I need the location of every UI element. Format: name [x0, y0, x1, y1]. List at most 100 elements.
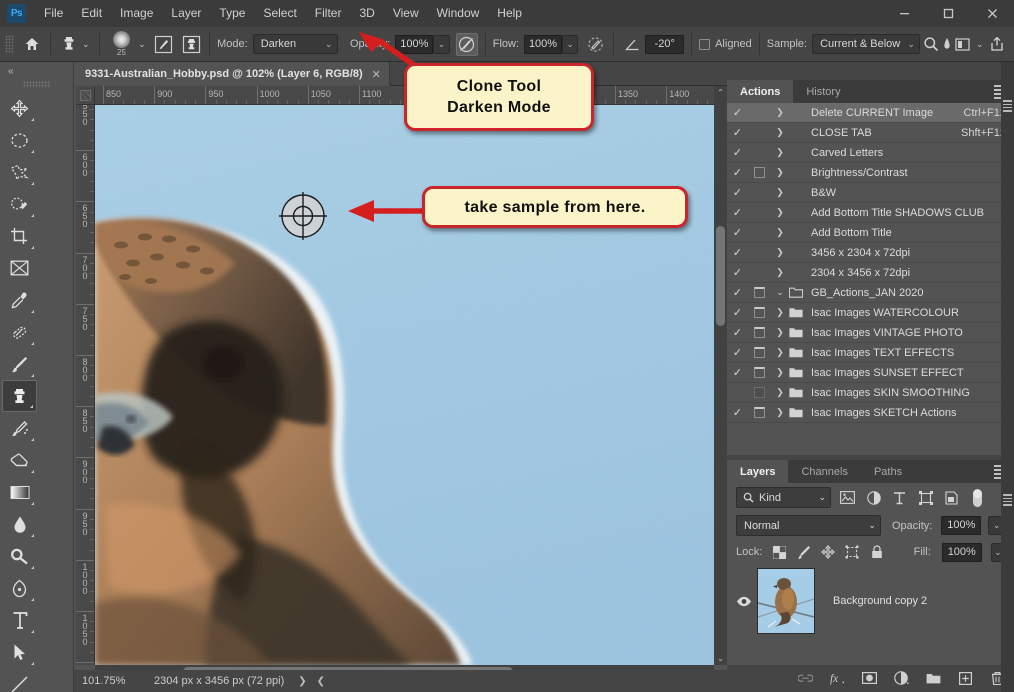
actions-row[interactable]: ✓ ❯ Isac Images TEXT EFFECTS	[727, 343, 1014, 363]
opacity-slider-caret[interactable]: ⌄	[433, 34, 450, 54]
new-group-icon[interactable]	[926, 671, 941, 686]
document-tab[interactable]: 9331-Australian_Hobby.psd @ 102% (Layer …	[74, 62, 390, 86]
clone-stamp-tool-icon[interactable]	[58, 33, 80, 56]
close-button[interactable]	[970, 0, 1014, 27]
lock-position-icon[interactable]	[820, 543, 835, 562]
menu-item-image[interactable]: Image	[111, 0, 162, 27]
action-toggle-checkbox[interactable]: ✓	[727, 226, 748, 239]
tool-preset-caret-icon[interactable]: ⌄	[80, 33, 92, 55]
lock-image-pixels-icon[interactable]	[796, 543, 811, 562]
eyedropper-tool[interactable]	[2, 284, 37, 316]
action-toggle-checkbox[interactable]: ✓	[727, 326, 748, 339]
angle-icon[interactable]	[621, 33, 643, 56]
zoom-level[interactable]: 101.75%	[74, 675, 144, 687]
layer-fill-input[interactable]: 100%	[941, 542, 982, 562]
actions-row[interactable]: ✓ ❯ B&W	[727, 183, 1014, 203]
blend-mode-select[interactable]: Normal ⌄	[736, 515, 881, 536]
move-tool[interactable]	[2, 92, 37, 124]
actions-row[interactable]: ✓ ❯ Delete CURRENT Image Ctrl+F12	[727, 103, 1014, 123]
action-toggle-checkbox[interactable]: ✓	[727, 126, 748, 139]
action-dialog-toggle[interactable]	[748, 327, 771, 338]
chevron-right-icon[interactable]: ❯	[771, 267, 789, 278]
actions-row[interactable]: ✓ ❯ CLOSE TAB Shft+F12	[727, 123, 1014, 143]
clone-source-panel-icon[interactable]	[180, 33, 202, 56]
layer-thumbnail[interactable]	[757, 568, 815, 634]
chevron-right-icon[interactable]: ❯	[771, 127, 789, 138]
adjustment-layer-filter-icon[interactable]	[864, 488, 883, 507]
options-bar-grip[interactable]	[5, 34, 14, 54]
tab-layers[interactable]: Layers	[727, 460, 789, 483]
menu-item-type[interactable]: Type	[210, 0, 254, 27]
ignore-adjustment-layers-icon[interactable]	[942, 33, 952, 56]
chevron-right-icon[interactable]: ❯	[771, 227, 789, 238]
aligned-checkbox[interactable]	[699, 38, 711, 50]
chevron-right-icon[interactable]: ❯	[771, 327, 789, 338]
actions-row[interactable]: ✓ ❯ Add Bottom Title	[727, 223, 1014, 243]
actions-row[interactable]: ✓ ❯ Carved Letters	[727, 143, 1014, 163]
blur-tool[interactable]	[2, 508, 37, 540]
home-icon[interactable]	[21, 33, 43, 56]
chevron-right-icon[interactable]: ❯	[771, 367, 789, 378]
vertical-ruler[interactable]: 550600650700750800850900950100010501100	[76, 105, 95, 665]
chevron-right-icon[interactable]: ❯	[298, 676, 306, 687]
chevron-right-icon[interactable]: ❯	[771, 387, 789, 398]
action-dialog-toggle[interactable]	[748, 307, 771, 318]
action-dialog-toggle[interactable]	[748, 347, 771, 358]
action-dialog-toggle[interactable]	[748, 387, 771, 398]
layer-style-fx-icon[interactable]: fx	[830, 671, 845, 686]
scroll-up-icon[interactable]: ⌃	[714, 86, 727, 99]
action-toggle-checkbox[interactable]: ✓	[727, 406, 748, 419]
pressure-opacity-icon[interactable]	[455, 32, 478, 56]
brush-tool[interactable]	[2, 348, 37, 380]
eraser-tool[interactable]	[2, 444, 37, 476]
actions-row[interactable]: ✓ ❯ Isac Images SUNSET EFFECT	[727, 363, 1014, 383]
history-brush-tool[interactable]	[2, 412, 37, 444]
mode-select[interactable]: Darken ⌄	[252, 34, 338, 54]
actions-row[interactable]: ✓ ❯ 2304 x 3456 x 72dpi	[727, 263, 1014, 283]
menu-item-window[interactable]: Window	[428, 0, 489, 27]
actions-row[interactable]: ❯ Isac Images SKIN SMOOTHING	[727, 383, 1014, 403]
chevron-right-icon[interactable]: ❯	[771, 167, 789, 178]
sample-select[interactable]: Current & Below ⌄	[812, 34, 920, 54]
link-layers-icon[interactable]	[798, 671, 813, 686]
menu-item-help[interactable]: Help	[488, 0, 531, 27]
menu-item-view[interactable]: View	[384, 0, 428, 27]
panel-grip-icon[interactable]	[1001, 494, 1014, 508]
chevron-left-icon[interactable]: ❮	[317, 676, 325, 687]
flow-slider-caret[interactable]: ⌄	[562, 34, 579, 54]
crop-tool[interactable]	[2, 220, 37, 252]
menu-item-file[interactable]: File	[35, 0, 72, 27]
dodge-tool[interactable]	[2, 540, 37, 572]
chevron-right-icon[interactable]: ❯	[771, 107, 789, 118]
tab-paths[interactable]: Paths	[860, 460, 916, 483]
chevron-down-icon[interactable]: ⌄	[771, 287, 789, 298]
tools-panel-grip[interactable]	[22, 81, 51, 88]
action-toggle-checkbox[interactable]: ✓	[727, 166, 748, 179]
action-dialog-toggle[interactable]	[748, 367, 771, 378]
shape-layer-filter-icon[interactable]	[916, 488, 935, 507]
workspace-icon[interactable]	[951, 33, 973, 56]
airbrush-icon[interactable]	[584, 33, 606, 56]
lock-all-icon[interactable]	[869, 543, 884, 562]
lock-transparent-pixels-icon[interactable]	[771, 543, 786, 562]
action-toggle-checkbox[interactable]: ✓	[727, 206, 748, 219]
chevron-right-icon[interactable]: ❯	[771, 347, 789, 358]
quick-selection-tool[interactable]	[2, 188, 37, 220]
action-toggle-checkbox[interactable]: ✓	[727, 346, 748, 359]
menu-item-layer[interactable]: Layer	[162, 0, 210, 27]
clone-stamp-tool[interactable]	[2, 380, 37, 412]
menu-item-3d[interactable]: 3D	[350, 0, 383, 27]
share-icon[interactable]	[986, 33, 1008, 56]
maximize-button[interactable]	[926, 0, 970, 27]
lock-artboard-nesting-icon[interactable]	[845, 543, 860, 562]
layer-list[interactable]: Background copy 2 ⌃ ⌄	[727, 565, 1014, 665]
tab-channels[interactable]: Channels	[788, 460, 861, 483]
adjustment-layer-icon[interactable]	[894, 671, 909, 686]
actions-row[interactable]: ✓ ❯ Brightness/Contrast	[727, 163, 1014, 183]
scroll-down-icon[interactable]: ⌄	[714, 652, 727, 665]
layer-mask-icon[interactable]	[862, 671, 877, 686]
vertical-scroll-thumb[interactable]	[716, 226, 725, 326]
layer-row[interactable]: Background copy 2	[727, 565, 1014, 637]
menu-item-select[interactable]: Select	[254, 0, 305, 27]
layer-visibility-eye-icon[interactable]	[731, 596, 757, 607]
